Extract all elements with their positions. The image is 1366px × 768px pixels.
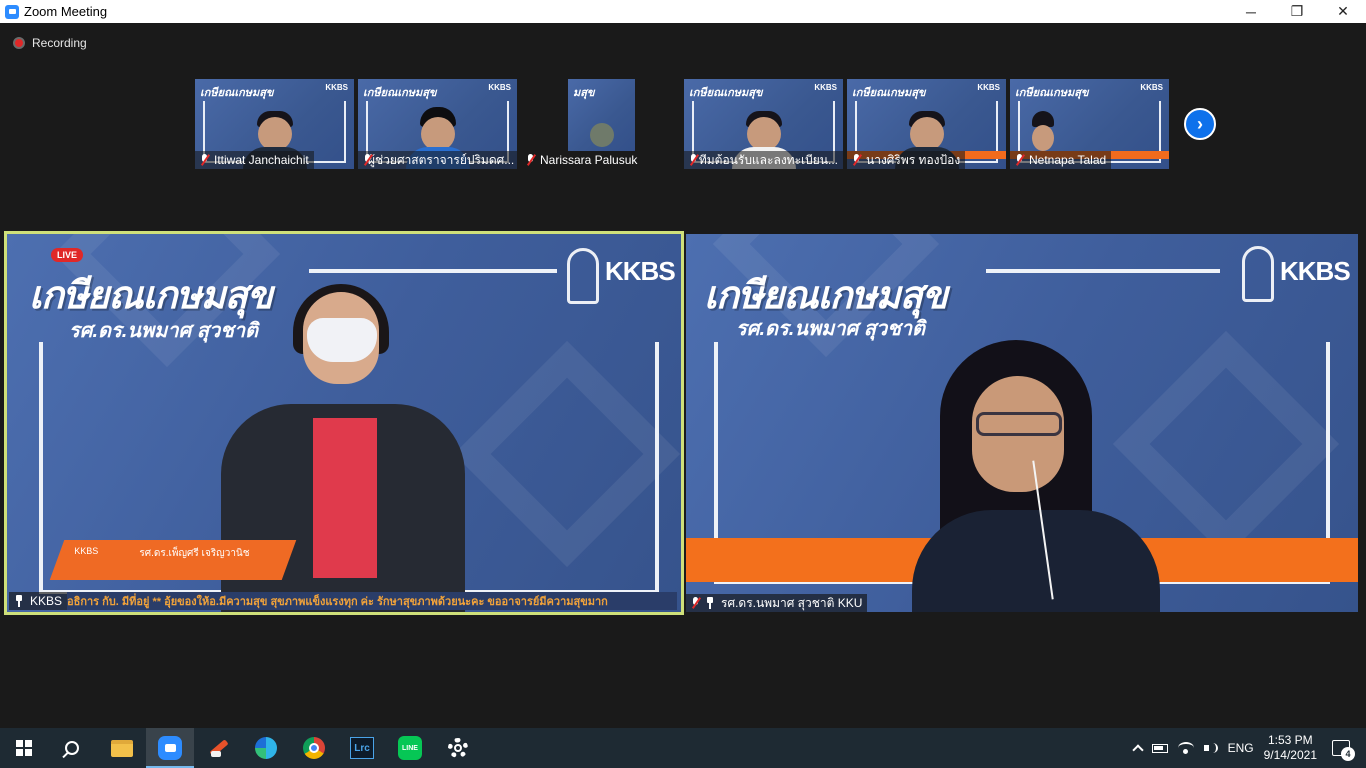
battery-status[interactable] (1147, 728, 1173, 768)
windows-logo-icon (16, 740, 32, 756)
recording-indicator[interactable]: Recording (13, 36, 87, 50)
participant-video (420, 117, 455, 151)
clock-time: 1:53 PM (1267, 733, 1313, 747)
windows-taskbar: Lrc LINE ENG 1:53 PM 9/14/2021 4 (0, 728, 1366, 768)
participant-thumbnail[interactable]: เกษียณเกษมสุข KKBS ทีมต้อนรับและลงทะเบีย… (684, 79, 843, 169)
gear-icon (448, 738, 468, 758)
kkbs-logo: KKBS (1280, 256, 1351, 286)
chevron-up-icon (1131, 744, 1144, 756)
zoom-icon (158, 736, 182, 760)
clock[interactable]: 1:53 PM 9/14/2021 (1259, 728, 1322, 768)
participant-video (746, 117, 781, 151)
zoom-app-icon (5, 4, 19, 19)
next-page-button[interactable]: › (1184, 108, 1216, 140)
notification-count: 4 (1341, 747, 1355, 761)
participant-thumbnail[interactable]: เกษียณเกษมสุข KKBS Netnapa Talad (1010, 79, 1169, 169)
battery-icon (1151, 743, 1168, 753)
participant-name: Ittiwat Janchaichit (214, 153, 309, 167)
edge-icon (255, 737, 277, 759)
start-button[interactable] (0, 728, 48, 768)
restore-button[interactable]: ❐ (1274, 0, 1320, 23)
taskbar-file-explorer[interactable] (98, 728, 146, 768)
kkbs-logo: KKBS (1140, 83, 1163, 92)
participant-thumbnail[interactable]: เกษียณเกษมสุข KKBS ผู้ช่วยศาสตราจารย์ปริ… (358, 79, 517, 169)
mic-muted-icon (526, 154, 535, 166)
mic-muted-icon (689, 154, 696, 166)
pin-icon (705, 597, 715, 609)
participant-name: KKBS (30, 594, 63, 608)
mic-muted-icon (1015, 154, 1024, 166)
thumbnail-headline: เกษียณเกษมสุข (200, 87, 274, 99)
close-button[interactable]: ✕ (1320, 0, 1366, 23)
mic-muted-icon (200, 154, 209, 166)
search-button[interactable] (48, 728, 96, 768)
stage-subhead: รศ.ดร.นพมาศ สุวชาติ (736, 318, 926, 340)
clock-date: 9/14/2021 (1263, 748, 1317, 762)
participant-video (909, 117, 944, 151)
thumbnail-headline: มสุข (573, 87, 595, 99)
video-tile-speaker[interactable]: เกษียณเกษมสุข รศ.ดร.นพมาศ สุวชาติ KKBS ร… (686, 234, 1358, 612)
window-titlebar: Zoom Meeting ─ ❐ ✕ (0, 0, 1366, 23)
recording-dot-icon (13, 37, 25, 49)
eraser-tool-icon (207, 737, 229, 759)
pin-icon (14, 595, 24, 607)
line-app-icon: LINE (398, 736, 422, 760)
speaker-icon (1203, 742, 1218, 754)
taskbar-tool[interactable] (194, 728, 242, 768)
participant-name: ผู้ช่วยศาสตราจารย์ปริมดศ... (368, 152, 515, 167)
wifi-icon (1177, 742, 1194, 754)
notification-icon: 4 (1332, 740, 1355, 761)
thumbnail-headline: เกษียณเกษมสุข (689, 87, 763, 99)
taskbar-line[interactable]: LINE (386, 728, 434, 768)
participant-strip: เกษียณเกษมสุข KKBS Ittiwat Janchaichit เ… (0, 79, 1366, 169)
kkbs-logo: KKBS (325, 83, 348, 92)
glasses (976, 412, 1062, 436)
recording-label: Recording (32, 36, 87, 50)
news-ticker: อธิการ กับ. มีที่อยู่ ** อุ้ยของให้อ.มีค… (67, 592, 677, 610)
participant-name: Narissara Palusuk (540, 153, 638, 167)
chrome-icon (303, 737, 325, 759)
kkbs-logo: KKBS (488, 83, 511, 92)
lower-third-banner: KKBS รศ.ดร.เพ็ญศรี เจริญวานิช (49, 540, 297, 580)
participant-name: รศ.ดร.นพมาศ สุวชาติ KKU (721, 595, 863, 610)
participant-name: Netnapa Talad (1029, 153, 1107, 167)
kkbs-logo: KKBS (977, 83, 1000, 92)
participant-video (1032, 125, 1054, 151)
network-status[interactable] (1173, 728, 1199, 768)
action-center-button[interactable]: 4 (1322, 728, 1366, 768)
video-tile-kkbs[interactable]: LIVE เกษียณเกษมสุข รศ.ดร.นพมาศ สุวชาติ K… (4, 231, 684, 615)
mic-muted-icon (852, 154, 861, 166)
window-title: Zoom Meeting (24, 4, 108, 19)
participant-thumbnail[interactable]: เกษียณเกษมสุข KKBS นางศิริพร ทองป้อง (847, 79, 1006, 169)
participant-thumbnail[interactable]: เกษียณเกษมสุข KKBS Ittiwat Janchaichit (195, 79, 354, 169)
search-icon (65, 741, 79, 755)
volume-control[interactable] (1199, 728, 1223, 768)
taskbar-lightroom[interactable]: Lrc (338, 728, 386, 768)
participant-name: ทีมต้อนรับและลงทะเบียน... (698, 152, 838, 167)
mic-muted-icon (691, 597, 700, 609)
folder-icon (111, 739, 133, 757)
meeting-area: Recording เกษียณเกษมสุข KKBS Ittiwat Jan… (0, 23, 1366, 728)
participant-video (257, 117, 292, 151)
thumbnail-headline: เกษียณเกษมสุข (852, 87, 926, 99)
live-badge: LIVE (51, 248, 84, 262)
input-language[interactable]: ENG (1223, 728, 1259, 768)
taskbar-settings[interactable] (434, 728, 482, 768)
minimize-button[interactable]: ─ (1228, 0, 1274, 23)
participant-thumbnail[interactable]: มสุข Narissara Palusuk (521, 79, 680, 169)
kkbs-logo: KKBS (814, 83, 837, 92)
participant-name: นางศิริพร ทองป้อง (866, 152, 961, 167)
thumbnail-headline: เกษียณเกษมสุข (1015, 87, 1089, 99)
taskbar-zoom[interactable] (146, 728, 194, 768)
participant-video (589, 123, 614, 147)
chevron-right-icon: › (1197, 113, 1203, 134)
show-hidden-icons-button[interactable] (1129, 728, 1147, 768)
lightroom-icon: Lrc (350, 737, 374, 759)
kkbs-logo: KKBS (605, 256, 676, 286)
taskbar-chrome[interactable] (290, 728, 338, 768)
taskbar-edge[interactable] (242, 728, 290, 768)
system-tray: ENG 1:53 PM 9/14/2021 4 (1129, 728, 1366, 768)
thumbnail-headline: เกษียณเกษมสุข (363, 87, 437, 99)
